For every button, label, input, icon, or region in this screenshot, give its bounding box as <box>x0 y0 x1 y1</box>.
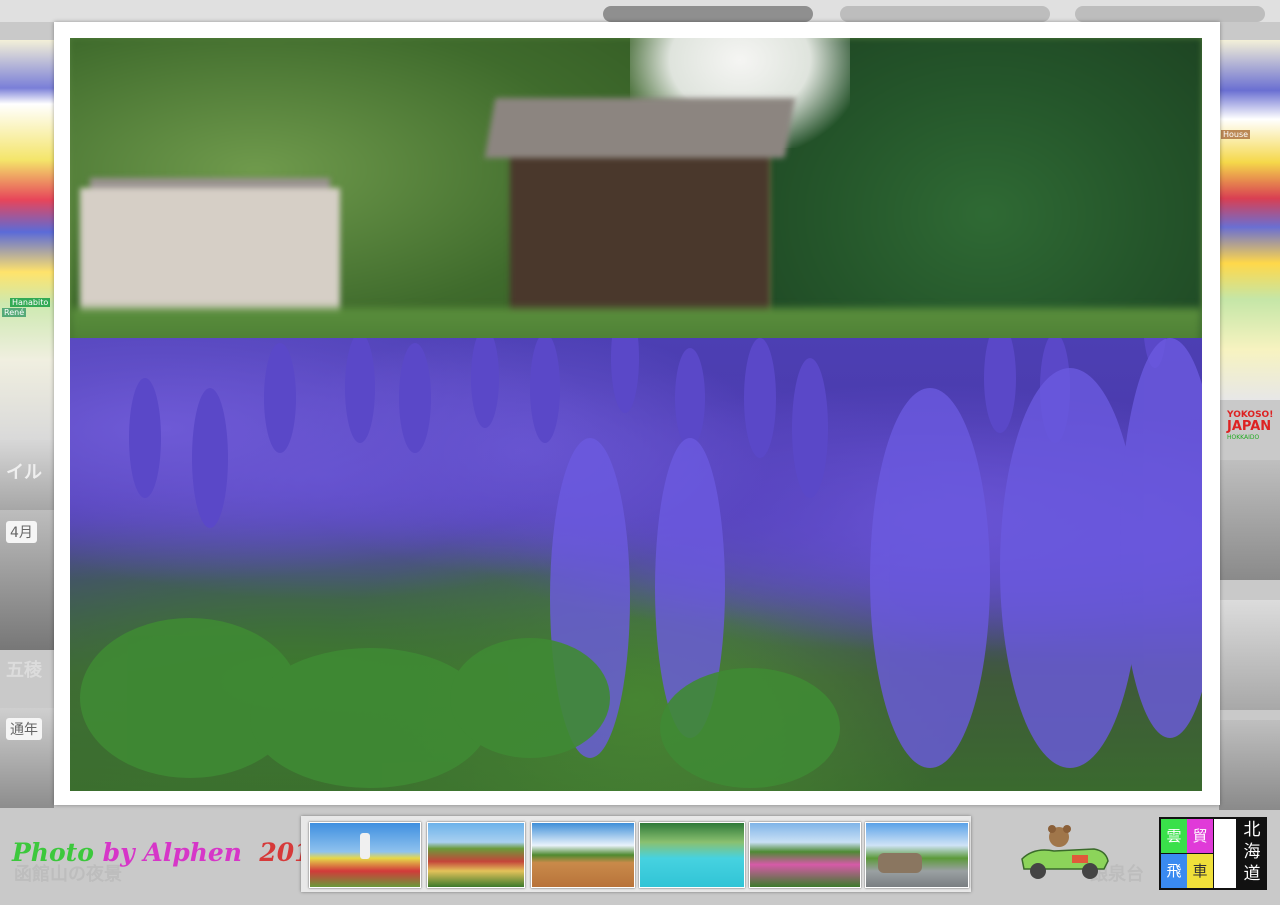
logo-region: 北海道 <box>1243 820 1261 884</box>
logo-tile: 飛 <box>1161 854 1187 888</box>
photo-house-roof <box>484 98 796 158</box>
photo-credit: Photo by Alphen 2017 <box>12 838 329 867</box>
map-label: Hanabito <box>10 298 51 307</box>
photo-frame <box>54 22 1220 805</box>
badge-text-main: JAPAN <box>1227 419 1272 434</box>
background-card <box>1219 600 1280 710</box>
thumbnail-blue-pond[interactable] <box>639 822 745 888</box>
background-label: 五稜 <box>6 660 42 681</box>
logo-tile: 貿 <box>1187 819 1213 853</box>
thumbnail-striped-flower-hills[interactable] <box>427 822 525 888</box>
photo-flower-field <box>70 338 1202 791</box>
credit-author: Alphen <box>143 838 242 867</box>
background-map-left: Hanabito René <box>0 40 54 440</box>
hokkaido-logo: 雲 貿 飛 車 北海道 <box>1159 817 1267 890</box>
thumbnail-golden-field-tree[interactable] <box>531 822 635 888</box>
badge-text-bottom: HOKKAIDO <box>1227 434 1260 441</box>
thumbnail-car-by-field[interactable] <box>865 822 969 888</box>
car-figure <box>878 853 922 873</box>
background-map-right: House <box>1219 40 1280 400</box>
thumbnail-strip <box>301 816 971 892</box>
bear-driving-car-icon <box>1014 825 1114 885</box>
logo-tile: 車 <box>1187 854 1213 888</box>
map-label: René <box>2 308 27 317</box>
background-tab <box>1075 6 1265 22</box>
flower-spikes <box>80 338 1202 788</box>
main-photo[interactable] <box>70 38 1202 791</box>
yokoso-japan-badge: YOKOSO! JAPAN HOKKAIDO <box>1227 410 1277 460</box>
thumbnail-pink-lupine[interactable] <box>749 822 861 888</box>
background-tab <box>840 6 1050 22</box>
credit-by: by <box>102 838 135 867</box>
thumbnail-flower-field-person[interactable] <box>309 822 421 888</box>
background-tab <box>603 6 813 22</box>
logo-divider <box>1214 819 1236 888</box>
person-figure <box>360 833 370 859</box>
credit-photo: Photo <box>12 838 94 867</box>
background-label: イル <box>6 462 42 483</box>
background-label: 4月 <box>6 521 37 543</box>
background-label: 通年 <box>6 718 42 740</box>
background-card <box>1219 460 1280 580</box>
background-card <box>1219 720 1280 810</box>
logo-tile: 雲 <box>1161 819 1187 853</box>
photo-house-small <box>80 188 340 328</box>
map-label: House <box>1221 130 1251 139</box>
